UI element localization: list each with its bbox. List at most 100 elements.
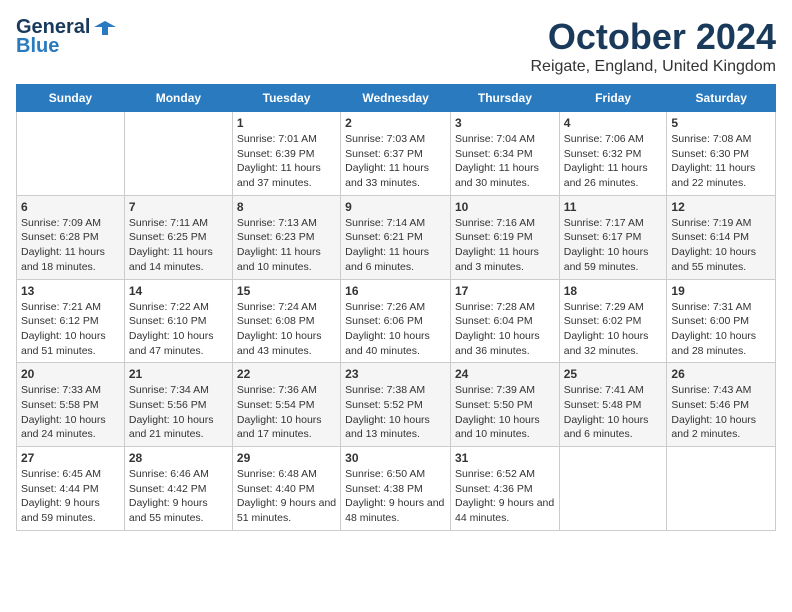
calendar-cell: 21 Sunrise: 7:34 AMSunset: 5:56 PMDayligh… xyxy=(124,363,232,447)
cell-info: Sunrise: 7:03 AMSunset: 6:37 PMDaylight:… xyxy=(345,133,429,189)
calendar-cell: 7 Sunrise: 7:11 AMSunset: 6:25 PMDaylight… xyxy=(124,195,232,279)
calendar-cell: 2 Sunrise: 7:03 AMSunset: 6:37 PMDaylight… xyxy=(341,112,451,196)
cell-info: Sunrise: 7:22 AMSunset: 6:10 PMDaylight:… xyxy=(129,301,214,357)
header-row: Sunday Monday Tuesday Wednesday Thursday… xyxy=(17,85,776,112)
calendar-cell: 31 Sunrise: 6:52 AMSunset: 4:36 PMDayligh… xyxy=(450,447,559,531)
cell-info: Sunrise: 7:17 AMSunset: 6:17 PMDaylight:… xyxy=(564,217,649,273)
day-number: 21 xyxy=(129,367,228,381)
calendar-cell: 30Sunrise: 6:50 AMSunset: 4:38 PMDayligh… xyxy=(341,447,451,531)
cell-info: Sunrise: 7:39 AMSunset: 5:50 PMDaylight:… xyxy=(455,384,540,440)
logo-bird-icon xyxy=(94,17,116,39)
calendar-cell: 17Sunrise: 7:28 AMSunset: 6:04 PMDayligh… xyxy=(450,279,559,363)
calendar-cell: 4 Sunrise: 7:06 AMSunset: 6:32 PMDaylight… xyxy=(559,112,667,196)
logo-blue-text: Blue xyxy=(16,35,59,58)
cell-info: Sunrise: 6:48 AMSunset: 4:40 PMDaylight:… xyxy=(237,468,336,524)
calendar-cell: 15 Sunrise: 7:24 AMSunset: 6:08 PMDayligh… xyxy=(232,279,340,363)
day-number: 3 xyxy=(455,116,555,130)
cell-info: Sunrise: 7:01 AMSunset: 6:39 PMDaylight:… xyxy=(237,133,321,189)
col-monday: Monday xyxy=(124,85,232,112)
cell-info: Sunrise: 7:43 AMSunset: 5:46 PMDaylight:… xyxy=(671,384,756,440)
calendar-cell: 20 Sunrise: 7:33 AMSunset: 5:58 PMDayligh… xyxy=(17,363,125,447)
cell-info: Sunrise: 7:33 AMSunset: 5:58 PMDaylight:… xyxy=(21,384,106,440)
calendar-cell: 14Sunrise: 7:22 AMSunset: 6:10 PMDayligh… xyxy=(124,279,232,363)
cell-info: Sunrise: 7:04 AMSunset: 6:34 PMDaylight:… xyxy=(455,133,539,189)
calendar-header: Sunday Monday Tuesday Wednesday Thursday… xyxy=(17,85,776,112)
calendar-cell: 8Sunrise: 7:13 AMSunset: 6:23 PMDaylight… xyxy=(232,195,340,279)
col-wednesday: Wednesday xyxy=(341,85,451,112)
calendar-body: 1 Sunrise: 7:01 AMSunset: 6:39 PMDaylight… xyxy=(17,112,776,531)
calendar-cell: 29 Sunrise: 6:48 AMSunset: 4:40 PMDayligh… xyxy=(232,447,340,531)
col-tuesday: Tuesday xyxy=(232,85,340,112)
calendar-week-3: 13 Sunrise: 7:21 AMSunset: 6:12 PMDayligh… xyxy=(17,279,776,363)
calendar-cell: 23Sunrise: 7:38 AMSunset: 5:52 PMDayligh… xyxy=(341,363,451,447)
day-number: 5 xyxy=(671,116,771,130)
day-number: 24 xyxy=(455,367,555,381)
cell-info: Sunrise: 6:50 AMSunset: 4:38 PMDaylight:… xyxy=(345,468,444,524)
calendar-cell xyxy=(667,447,776,531)
day-number: 22 xyxy=(237,367,336,381)
calendar-cell: 19 Sunrise: 7:31 AMSunset: 6:00 PMDayligh… xyxy=(667,279,776,363)
cell-info: Sunrise: 6:52 AMSunset: 4:36 PMDaylight:… xyxy=(455,468,554,524)
cell-info: Sunrise: 7:08 AMSunset: 6:30 PMDaylight:… xyxy=(671,133,755,189)
calendar-table: Sunday Monday Tuesday Wednesday Thursday… xyxy=(16,84,776,531)
calendar-cell: 25 Sunrise: 7:41 AMSunset: 5:48 PMDayligh… xyxy=(559,363,667,447)
month-title: October 2024 xyxy=(531,16,777,58)
cell-info: Sunrise: 7:09 AMSunset: 6:28 PMDaylight:… xyxy=(21,217,105,273)
cell-info: Sunrise: 7:31 AMSunset: 6:00 PMDaylight:… xyxy=(671,301,756,357)
day-number: 29 xyxy=(237,451,336,465)
col-thursday: Thursday xyxy=(450,85,559,112)
cell-info: Sunrise: 7:41 AMSunset: 5:48 PMDaylight:… xyxy=(564,384,649,440)
day-number: 8 xyxy=(237,200,336,214)
day-number: 13 xyxy=(21,284,120,298)
calendar-cell: 24 Sunrise: 7:39 AMSunset: 5:50 PMDayligh… xyxy=(450,363,559,447)
day-number: 11 xyxy=(564,200,663,214)
calendar-cell: 6 Sunrise: 7:09 AMSunset: 6:28 PMDaylight… xyxy=(17,195,125,279)
cell-info: Sunrise: 7:21 AMSunset: 6:12 PMDaylight:… xyxy=(21,301,106,357)
calendar-cell: 10 Sunrise: 7:16 AMSunset: 6:19 PMDayligh… xyxy=(450,195,559,279)
day-number: 10 xyxy=(455,200,555,214)
day-number: 25 xyxy=(564,367,663,381)
cell-info: Sunrise: 7:26 AMSunset: 6:06 PMDaylight:… xyxy=(345,301,430,357)
cell-info: Sunrise: 7:34 AMSunset: 5:56 PMDaylight:… xyxy=(129,384,214,440)
calendar-cell: 16 Sunrise: 7:26 AMSunset: 6:06 PMDayligh… xyxy=(341,279,451,363)
calendar-cell xyxy=(559,447,667,531)
day-number: 16 xyxy=(345,284,446,298)
day-number: 28 xyxy=(129,451,228,465)
cell-info: Sunrise: 7:16 AMSunset: 6:19 PMDaylight:… xyxy=(455,217,539,273)
col-friday: Friday xyxy=(559,85,667,112)
day-number: 9 xyxy=(345,200,446,214)
calendar-week-1: 1 Sunrise: 7:01 AMSunset: 6:39 PMDaylight… xyxy=(17,112,776,196)
day-number: 15 xyxy=(237,284,336,298)
calendar-cell: 5 Sunrise: 7:08 AMSunset: 6:30 PMDaylight… xyxy=(667,112,776,196)
day-number: 2 xyxy=(345,116,446,130)
calendar-cell: 28Sunrise: 6:46 AMSunset: 4:42 PMDayligh… xyxy=(124,447,232,531)
day-number: 31 xyxy=(455,451,555,465)
cell-info: Sunrise: 7:06 AMSunset: 6:32 PMDaylight:… xyxy=(564,133,648,189)
day-number: 1 xyxy=(237,116,336,130)
page-header: General Blue October 2024 Reigate, Engla… xyxy=(16,16,776,76)
cell-info: Sunrise: 7:19 AMSunset: 6:14 PMDaylight:… xyxy=(671,217,756,273)
cell-info: Sunrise: 7:24 AMSunset: 6:08 PMDaylight:… xyxy=(237,301,322,357)
calendar-week-5: 27Sunrise: 6:45 AMSunset: 4:44 PMDayligh… xyxy=(17,447,776,531)
cell-info: Sunrise: 7:14 AMSunset: 6:21 PMDaylight:… xyxy=(345,217,429,273)
day-number: 12 xyxy=(671,200,771,214)
day-number: 26 xyxy=(671,367,771,381)
calendar-cell: 13 Sunrise: 7:21 AMSunset: 6:12 PMDayligh… xyxy=(17,279,125,363)
cell-info: Sunrise: 7:29 AMSunset: 6:02 PMDaylight:… xyxy=(564,301,649,357)
calendar-cell: 22Sunrise: 7:36 AMSunset: 5:54 PMDayligh… xyxy=(232,363,340,447)
location: Reigate, England, United Kingdom xyxy=(531,58,777,76)
calendar-week-4: 20 Sunrise: 7:33 AMSunset: 5:58 PMDayligh… xyxy=(17,363,776,447)
calendar-cell: 3 Sunrise: 7:04 AMSunset: 6:34 PMDaylight… xyxy=(450,112,559,196)
day-number: 20 xyxy=(21,367,120,381)
day-number: 4 xyxy=(564,116,663,130)
calendar-week-2: 6 Sunrise: 7:09 AMSunset: 6:28 PMDaylight… xyxy=(17,195,776,279)
cell-info: Sunrise: 7:11 AMSunset: 6:25 PMDaylight:… xyxy=(129,217,213,273)
day-number: 6 xyxy=(21,200,120,214)
calendar-cell: 12 Sunrise: 7:19 AMSunset: 6:14 PMDayligh… xyxy=(667,195,776,279)
day-number: 7 xyxy=(129,200,228,214)
calendar-cell xyxy=(124,112,232,196)
calendar-cell: 1 Sunrise: 7:01 AMSunset: 6:39 PMDaylight… xyxy=(232,112,340,196)
calendar-cell: 9 Sunrise: 7:14 AMSunset: 6:21 PMDaylight… xyxy=(341,195,451,279)
title-block: October 2024 Reigate, England, United Ki… xyxy=(531,16,777,76)
day-number: 19 xyxy=(671,284,771,298)
